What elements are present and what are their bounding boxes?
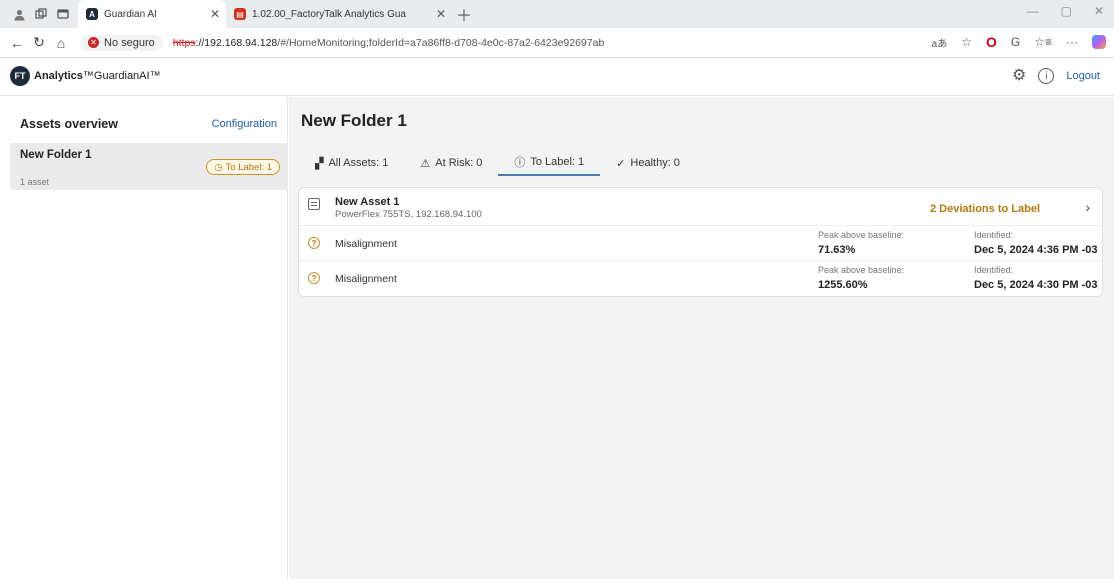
tab-to-label[interactable]: ⓘ To Label: 1 bbox=[498, 150, 601, 176]
settings-gear-icon[interactable]: ⚙ bbox=[1012, 68, 1026, 84]
home-icon[interactable]: ⌂ bbox=[50, 35, 72, 51]
url-host: ://192.168.94.128 bbox=[195, 36, 278, 49]
extension-icon[interactable]: G bbox=[1011, 35, 1020, 49]
window-controls: — ▢ ✕ bbox=[1027, 4, 1104, 18]
peak-above-baseline: Peak above baseline: 71.63% bbox=[818, 230, 904, 256]
warning-triangle-icon: ⚠ bbox=[420, 157, 431, 170]
to-label-badge: ◷ To Label: 1 bbox=[206, 159, 280, 175]
back-icon[interactable]: ← bbox=[6, 35, 28, 51]
tab-label: To Label: 1 bbox=[530, 156, 585, 168]
asset-card: New Asset 1 PowerFlex 755TS, 192.168.94.… bbox=[298, 187, 1103, 297]
tab-all-assets[interactable]: ▞ All Assets: 1 bbox=[301, 150, 404, 176]
brand-name: Analytics™GuardianAI™ bbox=[34, 70, 161, 82]
assets-overview-panel: Assets overview Configuration New Folder… bbox=[10, 97, 288, 579]
minimize-icon[interactable]: — bbox=[1027, 4, 1039, 18]
tab-label: At Risk: 0 bbox=[435, 157, 483, 169]
identified: Identified: Dec 5, 2024 4:36 PM -03 bbox=[974, 230, 1098, 256]
identified-value: Dec 5, 2024 4:30 PM -03 bbox=[974, 279, 1098, 291]
asset-card-header[interactable]: New Asset 1 PowerFlex 755TS, 192.168.94.… bbox=[299, 188, 1102, 226]
security-indicator[interactable]: ✕ No seguro bbox=[80, 34, 163, 51]
folder-list-item[interactable]: New Folder 1 1 asset ◷ To Label: 1 bbox=[10, 143, 288, 190]
url-path: /#/HomeMonitoring;folderId=a7a86ff8-d708… bbox=[277, 36, 605, 49]
peak-above-baseline: Peak above baseline: 1255.60% bbox=[818, 265, 904, 291]
tab-at-risk[interactable]: ⚠ At Risk: 0 bbox=[404, 150, 498, 176]
angular-icon: A bbox=[86, 8, 98, 20]
more-menu-icon[interactable]: ··· bbox=[1066, 35, 1078, 49]
tab-label: All Assets: 1 bbox=[328, 157, 389, 169]
deviations-count: 2 Deviations to Label bbox=[929, 203, 1040, 215]
copilot-icon[interactable] bbox=[1092, 35, 1106, 49]
folder-asset-count: 1 asset bbox=[20, 177, 50, 187]
url-scheme: https bbox=[172, 36, 196, 49]
browser-toolbar: aあ ☆ O G ☆≡ ··· bbox=[932, 34, 1106, 50]
refresh-icon[interactable]: ↻ bbox=[28, 34, 50, 51]
read-aloud-icon[interactable]: aあ bbox=[932, 35, 948, 50]
configuration-link[interactable]: Configuration bbox=[212, 118, 277, 130]
restore-icon[interactable]: ▢ bbox=[1061, 4, 1072, 18]
assets-overview-title: Assets overview bbox=[20, 117, 118, 131]
identified-label: Identified: bbox=[974, 265, 1014, 275]
chevron-right-icon[interactable]: › bbox=[1085, 199, 1090, 215]
deviation-row[interactable]: ? Misalignment Peak above baseline: 71.6… bbox=[299, 226, 1102, 261]
identified-label: Identified: bbox=[974, 230, 1014, 240]
tab-label: Healthy: 0 bbox=[630, 157, 680, 169]
ft-logo-icon: FT bbox=[10, 66, 30, 86]
not-secure-icon: ✕ bbox=[88, 37, 99, 48]
close-window-icon[interactable]: ✕ bbox=[1094, 4, 1104, 18]
identified: Identified: Dec 5, 2024 4:30 PM -03 bbox=[974, 265, 1098, 291]
asset-details: PowerFlex 755TS, 192.168.94.100 bbox=[335, 209, 482, 220]
deviation-type: Misalignment bbox=[335, 238, 397, 250]
security-label: No seguro bbox=[104, 36, 155, 49]
app-header: FT Analytics™GuardianAI™ ⚙ i Logout bbox=[0, 58, 1114, 96]
asset-name: New Asset 1 bbox=[335, 196, 400, 208]
close-tab-icon[interactable]: ✕ bbox=[436, 7, 446, 21]
folder-detail-panel: New Folder 1 ▞ All Assets: 1 ⚠ At Risk: … bbox=[289, 97, 1114, 579]
logout-link[interactable]: Logout bbox=[1066, 70, 1100, 82]
deviation-type: Misalignment bbox=[335, 273, 397, 285]
peak-value: 71.63% bbox=[818, 244, 856, 256]
browser-tab-bar: A Guardian AI ✕ ▤ 1.02.00_FactoryTalk An… bbox=[0, 0, 1114, 28]
profile-icon[interactable] bbox=[8, 3, 30, 25]
tab-healthy[interactable]: ✓ Healthy: 0 bbox=[600, 150, 696, 176]
question-circle-icon: ? bbox=[308, 237, 320, 249]
peak-label: Peak above baseline: bbox=[818, 230, 905, 240]
drive-icon bbox=[308, 198, 320, 210]
folder-name: New Folder 1 bbox=[20, 149, 92, 161]
close-tab-icon[interactable]: ✕ bbox=[210, 7, 220, 21]
badge-label: To Label: 1 bbox=[225, 161, 272, 173]
peak-value: 1255.60% bbox=[818, 279, 868, 291]
tab-actions-icon[interactable] bbox=[52, 3, 74, 25]
deviation-row[interactable]: ? Misalignment Peak above baseline: 1255… bbox=[299, 261, 1102, 296]
tab-title: Guardian AI bbox=[104, 8, 157, 20]
opera-icon[interactable]: O bbox=[986, 34, 997, 50]
header-actions: ⚙ i Logout bbox=[1012, 68, 1100, 84]
question-circle-icon: ⓘ bbox=[514, 157, 526, 169]
pdf-icon: ▤ bbox=[234, 8, 246, 20]
new-tab-icon[interactable]: ＋ bbox=[456, 2, 472, 26]
url-field[interactable]: https://192.168.94.128/#/HomeMonitoring;… bbox=[173, 37, 605, 49]
filter-tabs: ▞ All Assets: 1 ⚠ At Risk: 0 ⓘ To Label:… bbox=[301, 150, 696, 176]
tab-guardian-ai[interactable]: A Guardian AI ✕ bbox=[78, 0, 226, 28]
assets-icon: ▞ bbox=[315, 157, 324, 170]
peak-label: Peak above baseline: bbox=[818, 265, 905, 275]
address-bar: ← ↻ ⌂ ✕ No seguro https://192.168.94.128… bbox=[0, 28, 1114, 58]
question-circle-icon: ? bbox=[308, 272, 320, 284]
identified-value: Dec 5, 2024 4:36 PM -03 bbox=[974, 244, 1098, 256]
app-logo: FT Analytics™GuardianAI™ bbox=[10, 66, 161, 86]
tab-title: 1.02.00_FactoryTalk Analytics Gua bbox=[252, 8, 406, 20]
page-title: New Folder 1 bbox=[301, 111, 407, 130]
workspaces-icon[interactable] bbox=[30, 3, 52, 25]
tab-factorytalk-pdf[interactable]: ▤ 1.02.00_FactoryTalk Analytics Gua ✕ bbox=[226, 0, 452, 28]
clock-icon: ◷ bbox=[214, 161, 223, 173]
info-icon[interactable]: i bbox=[1038, 68, 1055, 84]
favorites-bar-icon[interactable]: ☆≡ bbox=[1034, 35, 1052, 49]
favorite-star-icon[interactable]: ☆ bbox=[961, 35, 972, 49]
check-circle-icon: ✓ bbox=[616, 157, 626, 170]
